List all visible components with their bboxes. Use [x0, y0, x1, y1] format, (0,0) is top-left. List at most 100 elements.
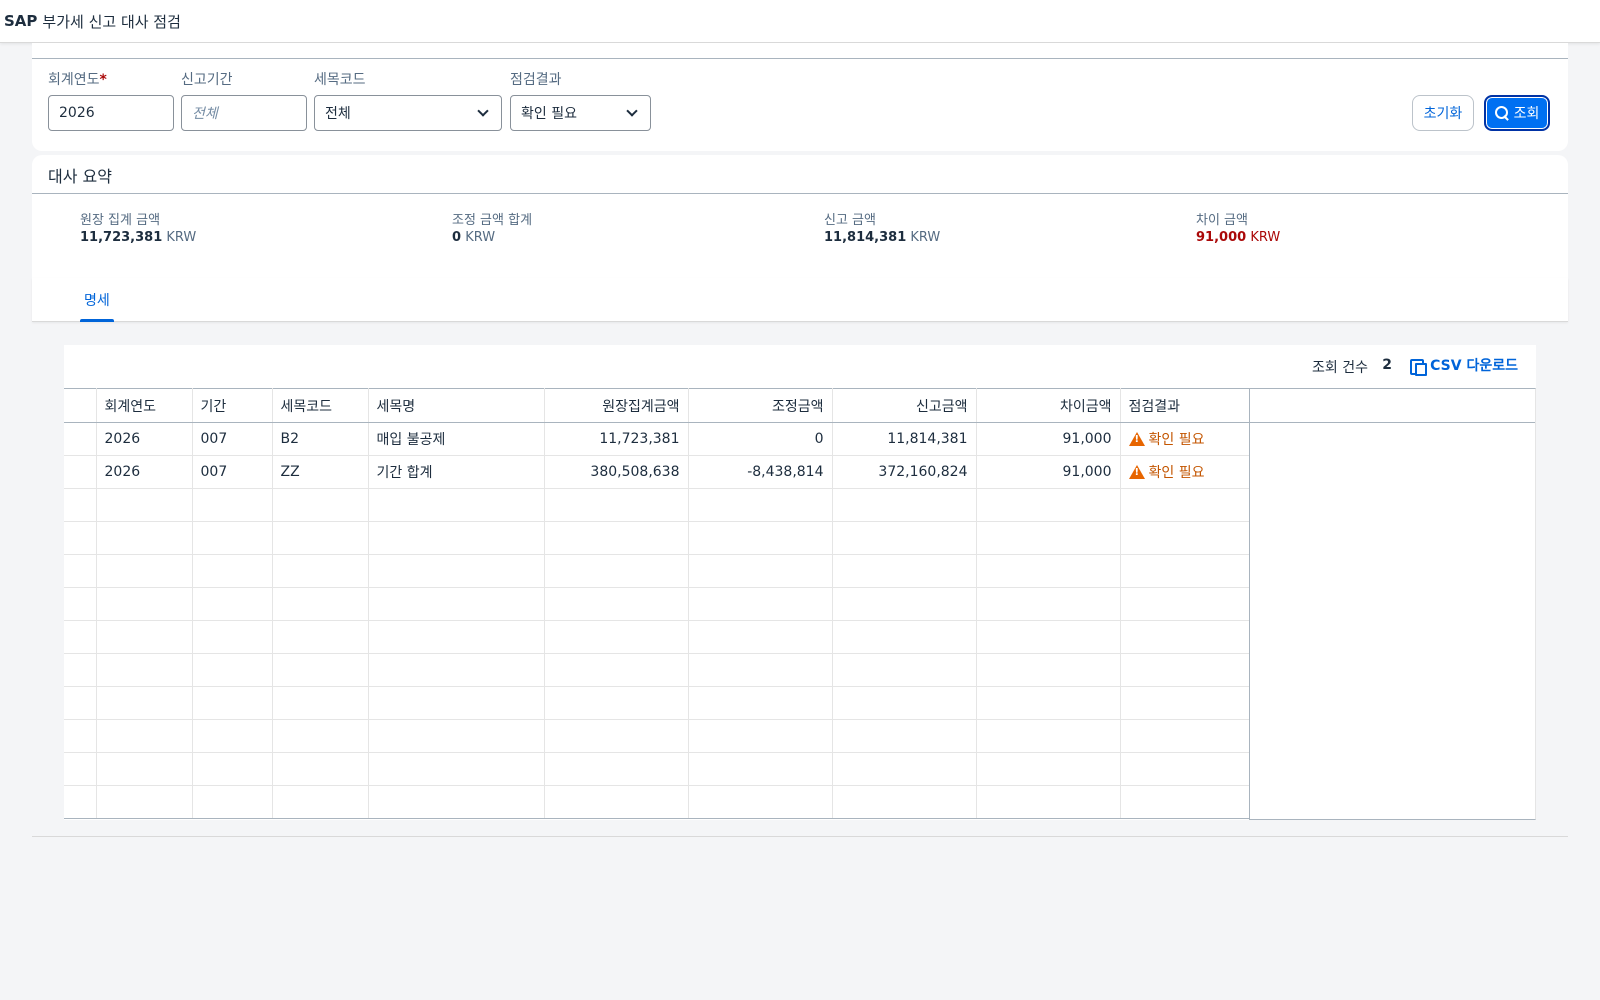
empty-cell [544, 719, 689, 753]
empty-table-row [64, 620, 1250, 654]
empty-cell [832, 620, 977, 654]
empty-cell [192, 719, 273, 753]
empty-cell [976, 554, 1121, 588]
empty-cell [1120, 719, 1250, 753]
empty-cell [96, 686, 193, 720]
empty-cell [976, 620, 1121, 654]
period-label: 신고기간 [181, 72, 233, 88]
check-result-label: 점검결과 [510, 72, 562, 88]
empty-cell [96, 719, 193, 753]
empty-cell [976, 686, 1121, 720]
empty-cell [96, 554, 193, 588]
kpi-value: 11,814,381 KRW [824, 229, 940, 247]
status-warning: 확인 필요 [1128, 429, 1204, 449]
sap-logo[interactable]: SAP [4, 12, 37, 30]
empty-cell [832, 785, 977, 819]
app-title: 부가세 신고 대사 점검 [42, 12, 181, 31]
table-toolbar: 조회 건수 2 CSV 다운로드 [64, 345, 1536, 388]
empty-cell [272, 554, 369, 588]
cell-adjustment-amount: 0 [688, 422, 833, 456]
tax-code-value: 전체 [325, 106, 351, 122]
empty-cell [64, 653, 97, 687]
kpi-number: 91,000 [1196, 230, 1247, 245]
empty-cell [976, 521, 1121, 555]
check-result-value: 확인 필요 [521, 106, 577, 122]
chevron-down-icon [626, 104, 638, 117]
empty-cell [96, 752, 193, 786]
empty-cell [1120, 620, 1250, 654]
empty-table-row [64, 686, 1250, 720]
cell-reported-amount: 11,814,381 [832, 422, 977, 456]
reconciliation-summary: 대사 요약 원장 집계 금액 11,723,381 KRW 조정 금액 합계 0… [32, 155, 1568, 278]
column-header[interactable]: 조정금액 [688, 388, 833, 423]
cell-tax-code: ZZ [272, 455, 369, 489]
cell-ledger-amount: 11,723,381 [544, 422, 689, 456]
empty-table-row [64, 752, 1250, 786]
result-count-value: 2 [1382, 357, 1392, 373]
column-header[interactable]: 세목명 [368, 388, 545, 423]
empty-cell [544, 620, 689, 654]
table-row[interactable]: 2026 007 B2 매입 불공제 11,723,381 0 11,814,3… [64, 422, 1250, 456]
empty-cell [544, 488, 689, 522]
empty-cell [192, 653, 273, 687]
filler-header [1250, 389, 1535, 423]
column-header[interactable]: 신고금액 [832, 388, 977, 423]
filter-divider [32, 58, 1568, 59]
cell-fiscal-year: 2026 [96, 422, 193, 456]
empty-cell [832, 752, 977, 786]
result-count-label: 조회 건수 [1312, 360, 1368, 376]
empty-cell [688, 752, 833, 786]
column-header[interactable]: 원장집계금액 [544, 388, 689, 423]
tab-details[interactable]: 명세 [80, 278, 114, 322]
table-filler-area [1249, 388, 1536, 820]
empty-cell [976, 587, 1121, 621]
column-header[interactable]: 점검결과 [1120, 388, 1250, 423]
empty-cell [64, 752, 97, 786]
fiscal-year-input[interactable]: 2026 [48, 95, 174, 131]
empty-cell [368, 587, 545, 621]
column-header[interactable]: 차이금액 [976, 388, 1121, 423]
kpi-number: 0 [452, 230, 462, 245]
empty-cell [832, 488, 977, 522]
empty-cell [832, 653, 977, 687]
column-header[interactable]: 세목코드 [272, 388, 369, 423]
empty-cell [1120, 554, 1250, 588]
cell-difference-amount: 91,000 [976, 455, 1121, 489]
empty-cell [1120, 488, 1250, 522]
empty-cell [96, 587, 193, 621]
filter-bar: 회계연도* 2026 신고기간 전체 세목코드 전체 점검결과 확인 필요 초기… [32, 43, 1568, 151]
column-header[interactable]: 회계연도 [96, 388, 193, 423]
page-bottom-divider [32, 836, 1568, 837]
empty-cell [192, 554, 273, 588]
selection-column-header [64, 388, 97, 423]
empty-cell [64, 587, 97, 621]
go-button[interactable]: 조회 [1484, 95, 1550, 131]
empty-cell [832, 719, 977, 753]
empty-cell [544, 521, 689, 555]
empty-cell [832, 587, 977, 621]
empty-table-row [64, 488, 1250, 522]
check-result-select[interactable]: 확인 필요 [510, 95, 651, 131]
cell-adjustment-amount: -8,438,814 [688, 455, 833, 489]
go-button-label: 조회 [1513, 106, 1540, 122]
empty-cell [192, 488, 273, 522]
reset-button[interactable]: 초기화 [1412, 95, 1474, 131]
csv-download-button[interactable]: CSV 다운로드 [1410, 355, 1518, 376]
empty-cell [272, 488, 369, 522]
empty-cell [832, 686, 977, 720]
table-row[interactable]: 2026 007 ZZ 기간 합계 380,508,638 -8,438,814… [64, 455, 1250, 489]
empty-cell [64, 488, 97, 522]
kpi-adjustment-total: 조정 금액 합계 0 KRW [452, 213, 532, 247]
csv-download-label: CSV 다운로드 [1430, 358, 1518, 374]
period-input[interactable]: 전체 [181, 95, 307, 131]
empty-cell [976, 785, 1121, 819]
column-header[interactable]: 기간 [192, 388, 273, 423]
cell-reported-amount: 372,160,824 [832, 455, 977, 489]
tax-code-select[interactable]: 전체 [314, 95, 502, 131]
kpi-label: 원장 집계 금액 [80, 213, 161, 228]
kpi-label: 차이 금액 [1196, 213, 1248, 228]
details-table: 회계연도 기간 세목코드 세목명 원장집계금액 조정금액 신고금액 차이금액 점… [64, 388, 1250, 819]
row-selector[interactable] [64, 422, 97, 456]
row-selector[interactable] [64, 455, 97, 489]
empty-cell [368, 719, 545, 753]
